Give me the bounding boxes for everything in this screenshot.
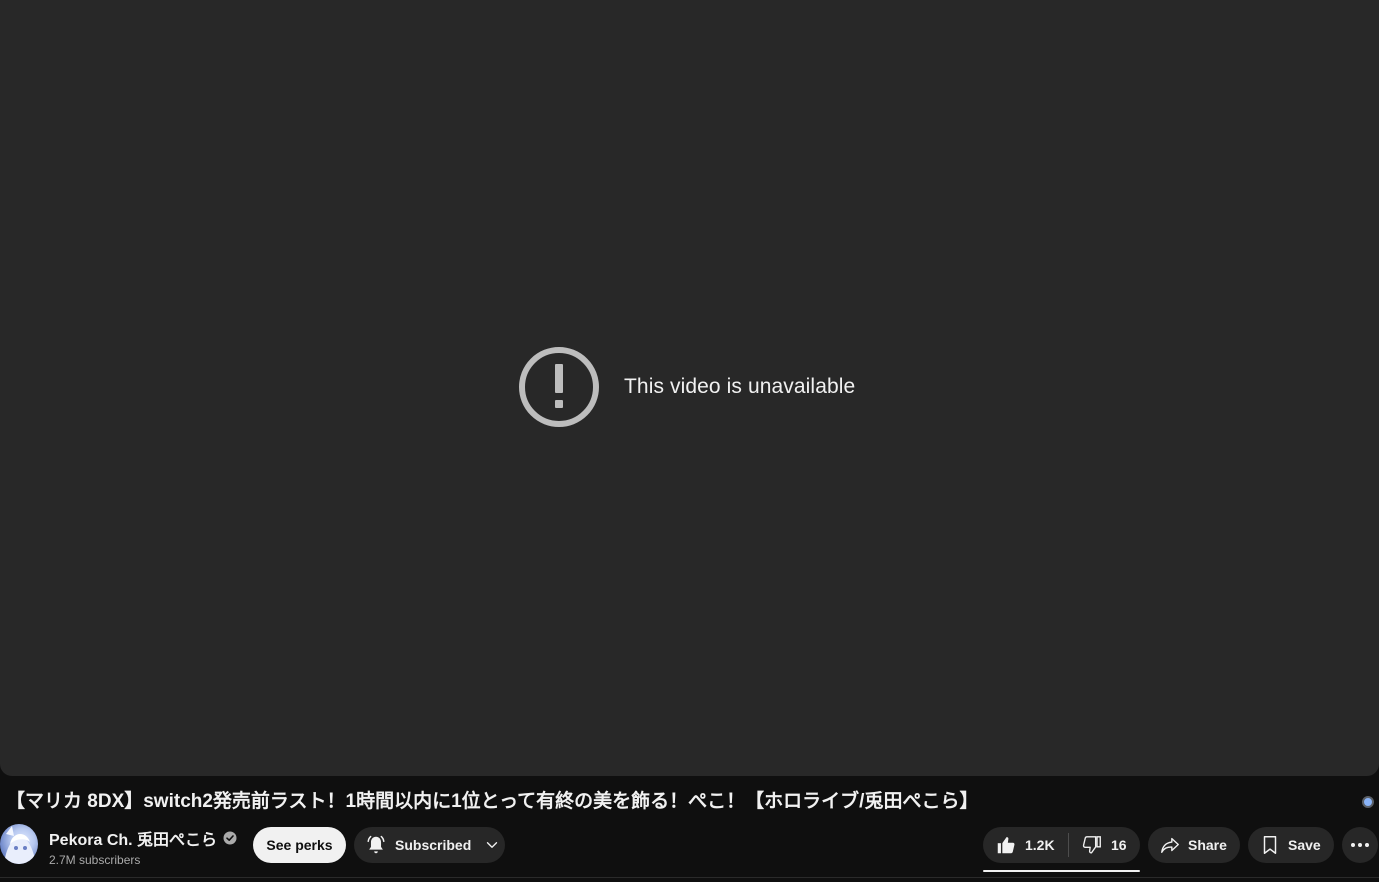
channel-info: Pekora Ch. 兎田ぺこら 2.7M subscribers (49, 826, 237, 867)
chevron-down-icon (487, 842, 498, 848)
unavailable-message: This video is unavailable (518, 346, 855, 428)
share-button[interactable]: Share (1148, 827, 1240, 863)
share-label: Share (1188, 837, 1227, 853)
thumbs-up-icon (997, 837, 1015, 854)
see-perks-button[interactable]: See perks (253, 827, 346, 863)
see-perks-label: See perks (266, 837, 333, 853)
subscribed-label: Subscribed (395, 837, 472, 853)
save-label: Save (1288, 837, 1321, 853)
like-indicator-bar (983, 870, 1140, 872)
unavailable-text: This video is unavailable (624, 375, 856, 398)
more-actions-button[interactable] (1342, 827, 1378, 863)
bookmark-icon (1263, 836, 1277, 854)
video-player[interactable]: This video is unavailable (0, 0, 1379, 776)
subscribed-button[interactable]: Subscribed (354, 827, 505, 863)
owner-row: Pekora Ch. 兎田ぺこら 2.7M subscribers See pe… (0, 824, 1379, 872)
like-dislike-group: 1.2K 16 (983, 827, 1140, 863)
subscriber-count: 2.7M subscribers (49, 853, 141, 867)
status-dot-icon (1362, 796, 1374, 808)
dislike-button[interactable]: 16 (1069, 834, 1127, 856)
like-button[interactable]: 1.2K (983, 834, 1068, 856)
bell-icon (367, 835, 385, 854)
divider (0, 877, 1379, 878)
save-button[interactable]: Save (1248, 827, 1334, 863)
thumbs-down-icon (1082, 836, 1101, 854)
channel-avatar[interactable] (0, 824, 38, 864)
dislike-count: 16 (1111, 837, 1127, 853)
share-icon (1161, 837, 1179, 854)
watch-page: This video is unavailable 【マリカ 8DX】switc… (0, 0, 1379, 882)
alert-circle-icon (519, 347, 599, 427)
avatar-image-icon (4, 826, 36, 864)
video-title: 【マリカ 8DX】switch2発売前ラスト！1時間以内に1位とって有終の美を飾… (6, 791, 979, 812)
channel-name[interactable]: Pekora Ch. 兎田ぺこら (49, 826, 217, 850)
verified-check-icon (223, 831, 237, 845)
more-horizontal-icon (1351, 843, 1369, 847)
like-count: 1.2K (1025, 837, 1055, 853)
